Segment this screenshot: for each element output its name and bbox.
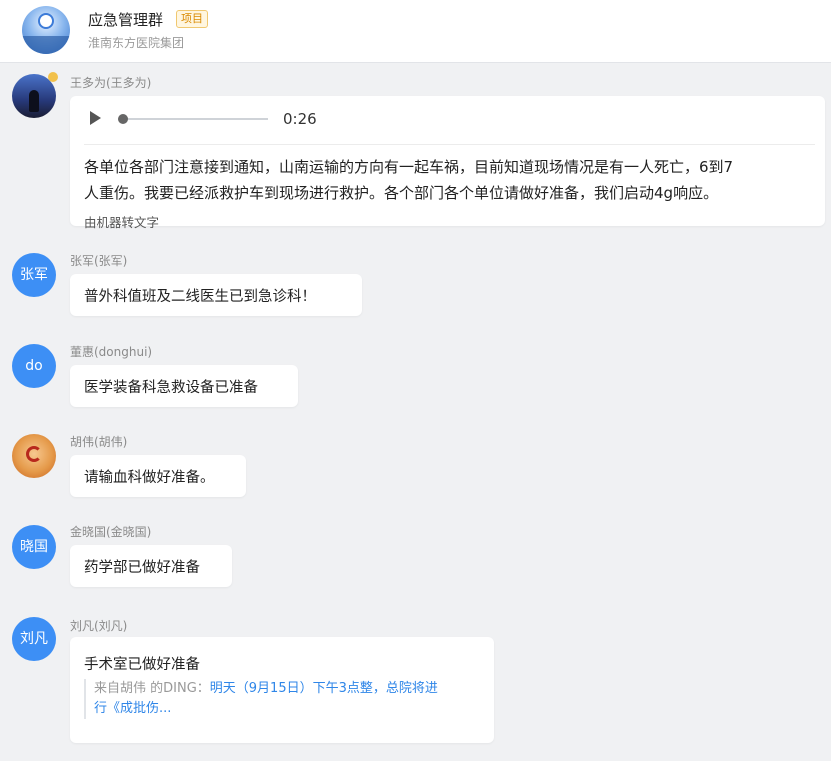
sender-name: 金晓国(金晓国) — [70, 525, 152, 539]
avatar-symbol-icon — [26, 446, 42, 462]
sender-name: 张军(张军) — [70, 254, 128, 268]
voice-message-bubble[interactable]: 0:26 各单位各部门注意接到通知，山南运输的方向有一起车祸，目前知道现场情况是… — [70, 96, 825, 230]
group-emblem-icon — [38, 13, 54, 29]
text-message-bubble[interactable]: 普外科值班及二线医生已到急诊科！ — [70, 274, 362, 316]
text-message-bubble[interactable]: 请输血科做好准备。 — [70, 455, 246, 497]
sender-name: 胡伟(胡伟) — [70, 435, 128, 449]
voice-progress-bar[interactable] — [118, 118, 268, 120]
message-text: 普外科值班及二线医生已到急诊科！ — [84, 289, 316, 305]
voice-progress-knob[interactable] — [118, 114, 128, 124]
text-message-bubble[interactable]: 药学部已做好准备 — [70, 545, 232, 587]
chat-header: 应急管理群 项目 淮南东方医院集团 — [0, 0, 831, 63]
voice-transcript: 各单位各部门注意接到通知，山南运输的方向有一起车祸，目前知道现场情况是有一人死亡… — [84, 154, 802, 206]
message-text: 医学装备科急救设备已准备 — [84, 380, 258, 396]
transcript-line: 人重伤。我要已经派救护车到现场进行救护。各个部门各个单位请做好准备，我们启动4g… — [84, 184, 719, 202]
avatar[interactable] — [12, 434, 56, 478]
group-tag-badge: 项目 — [176, 10, 208, 28]
voice-player: 0:26 — [90, 108, 810, 132]
divider — [84, 144, 815, 145]
transcript-source-note: 由机器转文字 — [84, 215, 160, 230]
text-message-bubble[interactable]: 医学装备科急救设备已准备 — [70, 365, 298, 407]
avatar[interactable]: 张军 — [12, 253, 56, 297]
group-organization: 淮南东方医院集团 — [88, 36, 185, 50]
quote-prefix: 来自胡伟 的DING： — [94, 681, 210, 696]
message-text: 手术室已做好准备 — [84, 657, 200, 673]
avatar[interactable]: 晓国 — [12, 525, 56, 569]
transcript-line: 各单位各部门注意接到通知，山南运输的方向有一起车祸，目前知道现场情况是有一人死亡… — [84, 158, 734, 176]
text-message-bubble[interactable]: 手术室已做好准备 来自胡伟 的DING：明天（9月15日）下午3点整，总院将进 … — [70, 637, 494, 743]
sender-name: 王多为(王多为) — [70, 76, 152, 90]
quote-line: 行《成批伤... — [94, 699, 484, 719]
ding-quote: 来自胡伟 的DING：明天（9月15日）下午3点整，总院将进 行《成批伤... — [84, 679, 484, 719]
avatar-badge-icon — [48, 72, 58, 82]
group-title[interactable]: 应急管理群 — [88, 9, 163, 30]
group-avatar-background — [22, 36, 70, 54]
sender-name: 董惠(donghui) — [70, 345, 153, 359]
quote-line: 来自胡伟 的DING：明天（9月15日）下午3点整，总院将进 — [94, 679, 484, 699]
ding-link[interactable]: 行《成批伤... — [94, 701, 171, 716]
avatar[interactable] — [12, 72, 58, 118]
voice-duration: 0:26 — [283, 110, 317, 128]
message-text: 药学部已做好准备 — [84, 560, 200, 576]
avatar[interactable]: do — [12, 344, 56, 388]
avatar[interactable]: 刘凡 — [12, 617, 56, 661]
avatar-figure-icon — [29, 90, 39, 112]
message-text: 请输血科做好准备。 — [84, 470, 215, 486]
group-avatar[interactable] — [22, 6, 70, 54]
ding-link[interactable]: 明天（9月15日）下午3点整，总院将进 — [210, 681, 438, 696]
sender-name: 刘凡(刘凡) — [70, 619, 128, 633]
play-icon[interactable] — [90, 111, 101, 125]
